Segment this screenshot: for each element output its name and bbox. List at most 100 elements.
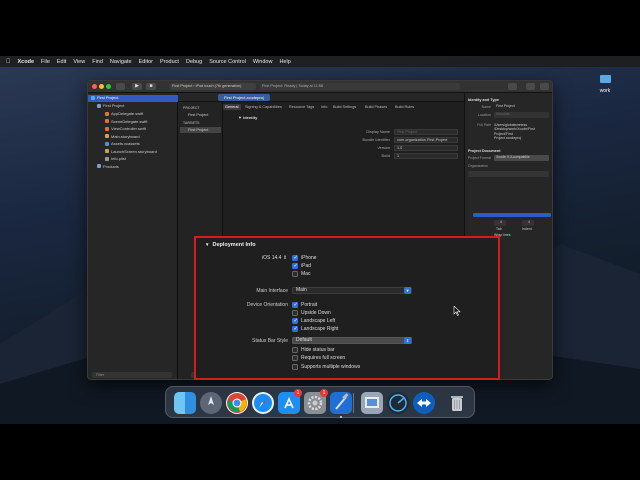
project-item[interactable]: First Project — [180, 112, 221, 118]
checkbox-iphone[interactable] — [292, 254, 298, 262]
inspector-full-path-label: Full Path — [477, 123, 491, 127]
display-name-field[interactable]: First Project — [394, 129, 458, 135]
menu-help[interactable]: Help — [279, 59, 290, 65]
network-radar-icon[interactable] — [387, 392, 409, 414]
checkbox-upside-down[interactable] — [292, 310, 298, 316]
navigator-filter-input[interactable]: Filter — [92, 372, 172, 378]
menu-edit[interactable]: Edit — [57, 59, 66, 65]
tab-resource-tags[interactable]: Resource Tags — [287, 104, 316, 110]
target-item[interactable]: First Project — [180, 127, 221, 133]
bundle-id-field[interactable]: com.organization.First-Project — [394, 137, 458, 143]
assets-icon — [105, 141, 109, 146]
text-settings-selection — [473, 213, 551, 217]
project-format-select[interactable]: Xcode 9.3-compatible — [494, 155, 549, 161]
xcode-icon[interactable] — [330, 392, 352, 414]
close-window-button[interactable] — [92, 84, 97, 89]
inspector-location-field[interactable]: Absolute — [494, 112, 549, 118]
checkbox-hide-status-bar[interactable] — [292, 347, 298, 353]
chrome-icon[interactable] — [226, 392, 248, 414]
nav-file-main-storyboard[interactable]: Main.storyboard — [105, 134, 140, 141]
menu-find[interactable]: Find — [92, 59, 103, 65]
mouse-cursor-icon — [453, 306, 461, 316]
sidebar-toggle-button[interactable] — [116, 83, 125, 90]
label-ipad: iPad — [301, 263, 312, 269]
chevron-up-down-icon[interactable]: ⇕ — [404, 337, 411, 344]
zoom-window-button[interactable] — [106, 84, 111, 89]
chevron-down-icon[interactable]: ▼ — [404, 287, 411, 294]
organization-field[interactable] — [468, 171, 549, 177]
editor-tab-project[interactable]: First Project.xcodeproj — [218, 94, 270, 101]
menu-editor[interactable]: Editor — [139, 59, 153, 65]
version-field[interactable]: 1.0 — [394, 145, 458, 151]
dock: 1 1 — [165, 386, 475, 418]
menu-debug[interactable]: Debug — [186, 59, 202, 65]
apple-menu-icon[interactable]:  — [6, 59, 11, 65]
run-button[interactable]: ▶ — [132, 83, 142, 90]
deployment-info-title[interactable]: ▼ Deployment Info — [205, 242, 256, 248]
tab-width-field[interactable]: 4 — [494, 220, 506, 226]
checkbox-requires-full-screen[interactable] — [292, 355, 298, 361]
inspector-name-field[interactable]: First Project — [494, 104, 549, 110]
teamviewer-icon[interactable] — [413, 392, 435, 414]
menu-source-control[interactable]: Source Control — [209, 59, 246, 65]
nav-folder-first-project[interactable]: First Project — [97, 103, 124, 110]
nav-file-launchscreen[interactable]: LaunchScreen.storyboard — [105, 149, 157, 156]
nav-file-viewcontroller[interactable]: ViewController.swift — [105, 126, 146, 133]
ios-version-select[interactable]: iOS 14.4 ⇕ — [262, 255, 287, 261]
display-name-label: Display Name — [366, 130, 390, 134]
checkbox-multiple-windows[interactable] — [292, 364, 298, 370]
desktop-folder-work[interactable]: work — [592, 70, 618, 94]
label-hide-status-bar: Hide status bar — [301, 347, 335, 353]
build-label: Build — [381, 154, 390, 158]
nav-file-appdelegate[interactable]: AppDelegate.swift — [105, 111, 143, 118]
build-field[interactable]: 1 — [394, 153, 458, 159]
minimize-window-button[interactable] — [99, 84, 104, 89]
safari-icon[interactable] — [252, 392, 274, 414]
menu-xcode[interactable]: Xcode — [18, 59, 35, 65]
label-landscape-right: Landscape Right — [301, 326, 339, 332]
desktop-folder-label: work — [599, 88, 611, 94]
tab-build-phases[interactable]: Build Phases — [363, 104, 389, 110]
trash-icon[interactable] — [446, 392, 468, 414]
main-interface-label: Main Interface — [256, 288, 288, 294]
tab-general[interactable]: General — [223, 104, 241, 110]
tab-build-rules[interactable]: Build Rules — [393, 104, 416, 110]
indent-label: Indent — [522, 227, 532, 231]
stop-button[interactable]: ■ — [146, 83, 156, 90]
launchpad-icon[interactable] — [200, 392, 222, 414]
menu-view[interactable]: View — [73, 59, 85, 65]
storyboard-icon — [105, 134, 109, 138]
menu-file[interactable]: File — [41, 59, 50, 65]
settings-tabs: General Signing & Capabilities Resource … — [223, 104, 464, 111]
scheme-selector[interactable]: First Project › iPod touch (7th generati… — [170, 83, 256, 90]
status-bar-style-select[interactable]: Default ⇕ — [292, 337, 412, 344]
swift-file-icon — [105, 111, 109, 116]
bundle-id-label: Bundle Identifier — [362, 138, 390, 142]
indent-width-field[interactable]: 4 — [522, 220, 534, 226]
nav-file-info-plist[interactable]: Info.plist — [105, 156, 126, 163]
library-button[interactable] — [508, 83, 517, 90]
checkbox-portrait[interactable] — [292, 301, 298, 309]
checkbox-ipad[interactable] — [292, 262, 298, 270]
main-interface-field[interactable]: Main ▼ — [292, 287, 412, 294]
nav-file-assets[interactable]: Assets.xcassets — [105, 141, 140, 148]
inspector-toggle-button[interactable] — [540, 83, 549, 90]
nav-folder-products[interactable]: Products — [97, 164, 119, 171]
tab-signing[interactable]: Signing & Capabilities — [243, 104, 284, 110]
menu-navigate[interactable]: Navigate — [110, 59, 132, 65]
finder-icon[interactable] — [174, 392, 196, 414]
code-review-button[interactable] — [526, 83, 535, 90]
nav-root-project[interactable]: First Project — [88, 95, 178, 102]
menu-product[interactable]: Product — [160, 59, 179, 65]
status-bar-style-label: Status Bar Style — [252, 338, 288, 344]
checkbox-landscape-left[interactable] — [292, 317, 298, 325]
checkbox-landscape-right[interactable] — [292, 325, 298, 333]
nav-file-scenedelegate[interactable]: SceneDelegate.swift — [105, 119, 147, 126]
menu-window[interactable]: Window — [253, 59, 273, 65]
tab-build-settings[interactable]: Build Settings — [331, 104, 358, 110]
checkbox-mac[interactable] — [292, 271, 298, 277]
tab-info[interactable]: Info — [319, 104, 329, 110]
inspector-full-path-value: /Users/globalwireless /Desktop/work/Xcod… — [494, 123, 535, 140]
menu-bar:  Xcode File Edit View Find Navigate Edi… — [0, 56, 640, 67]
preview-icon[interactable] — [361, 392, 383, 414]
